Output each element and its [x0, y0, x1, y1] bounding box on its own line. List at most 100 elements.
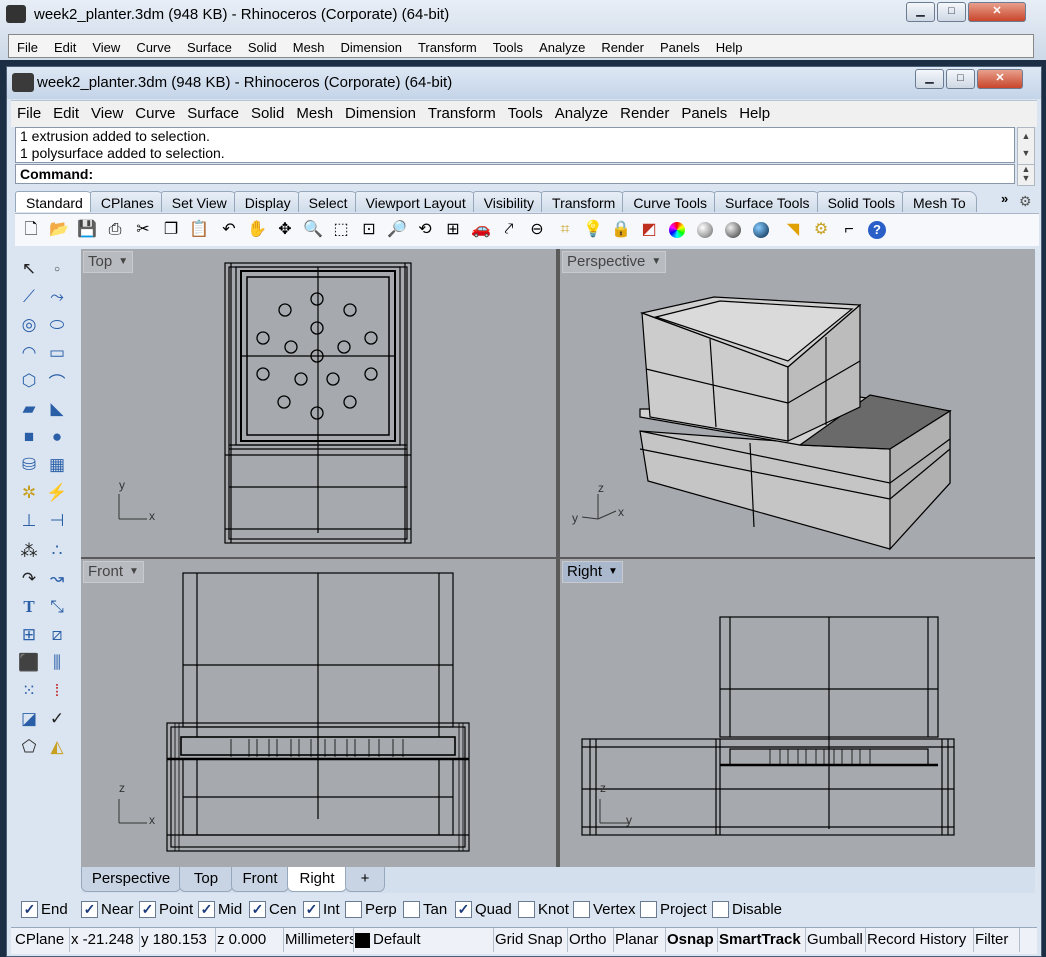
cut-icon[interactable]: ✂ [133, 220, 153, 240]
polyline-icon[interactable]: ⟋ [17, 285, 41, 309]
osnap-perp[interactable]: Perp [345, 901, 397, 918]
bg-menu-item[interactable]: Mesh [285, 35, 333, 57]
toolbar-tabs-more-button[interactable]: » [1001, 191, 1008, 206]
osnap-int[interactable]: ✓ Int [303, 901, 340, 918]
ungroup-icon[interactable]: ∴ [45, 539, 69, 563]
bg-menu-item[interactable]: File [9, 35, 46, 57]
menu-edit[interactable]: Edit [47, 101, 85, 127]
options-gear-icon[interactable]: ⚙ [811, 220, 831, 240]
zoom-selected-icon[interactable]: 🔎 [387, 220, 407, 240]
bg-menu-item[interactable]: Analyze [531, 35, 593, 57]
viewport-label-top[interactable]: Top ▼ [83, 251, 134, 273]
add-viewport-tab-button[interactable]: + [345, 867, 385, 892]
osnap-mid[interactable]: ✓ Mid [198, 901, 242, 918]
viewport-top[interactable]: Top ▼ y x [81, 249, 556, 557]
viewport-tab-front[interactable]: Front [231, 867, 289, 892]
viewport-front[interactable]: Front ▼ z x [81, 559, 556, 867]
tab-viewport-layout[interactable]: Viewport Layout [354, 191, 477, 212]
osnap-near[interactable]: ✓ Near [81, 901, 134, 918]
viewport-label-front[interactable]: Front ▼ [83, 561, 144, 583]
polygon-icon[interactable]: ⬡ [17, 369, 41, 393]
osnap-project[interactable]: Project [640, 901, 707, 918]
osnap-vertex[interactable]: Vertex [573, 901, 636, 918]
bg-menu-item[interactable]: View [84, 35, 128, 57]
bg-maximize-button[interactable]: □ [937, 2, 966, 22]
circle-icon[interactable]: ◎ [17, 313, 41, 337]
checkbox-unchecked[interactable] [518, 901, 535, 918]
block-icon[interactable]: ⁞ [45, 679, 69, 703]
bg-menu-item[interactable]: Solid [240, 35, 285, 57]
grid-toggle-icon[interactable]: ⌐ [839, 220, 859, 240]
transform-gear-icon[interactable]: ✲ [17, 481, 41, 505]
viewport-label-right[interactable]: Right ▼ [562, 561, 623, 583]
select-arrow-icon[interactable]: ↖ [17, 257, 41, 281]
menu-mesh[interactable]: Mesh [290, 101, 339, 127]
cylinder-icon[interactable]: ⛁ [17, 453, 41, 477]
tab-display[interactable]: Display [233, 191, 302, 212]
lock-icon[interactable]: 🔒 [611, 220, 631, 240]
color-wheel-icon[interactable] [667, 220, 687, 240]
status-layer[interactable]: Default [353, 928, 494, 952]
tab-standard[interactable]: Standard [15, 191, 94, 212]
tab-surface-tools[interactable]: Surface Tools [713, 191, 821, 212]
menu-view[interactable]: View [85, 101, 129, 127]
osnap-end[interactable]: ✓ End [21, 901, 68, 918]
light-icon[interactable]: ⚡ [45, 481, 69, 505]
osnap-knot[interactable]: Knot [518, 901, 569, 918]
bg-menu-item[interactable]: Edit [46, 35, 84, 57]
status-gumball-button[interactable]: Gumball [805, 928, 866, 952]
bg-menu-item[interactable]: Panels [652, 35, 708, 57]
light-bulb-icon[interactable]: 💡 [583, 220, 603, 240]
maximize-button[interactable]: □ [946, 69, 975, 89]
undo-icon[interactable]: ↶ [219, 220, 239, 240]
title-bar[interactable]: week2_planter.3dm (948 KB) - Rhinoceros … [7, 67, 1041, 99]
paste-icon[interactable]: 📋 [189, 220, 209, 240]
snap-grid-icon[interactable]: ⌗ [555, 220, 575, 240]
spotlight-icon[interactable]: ◥ [783, 220, 803, 240]
osnap-tan[interactable]: Tan [403, 901, 447, 918]
checkbox-checked[interactable]: ✓ [21, 901, 38, 918]
checkbox-unchecked[interactable] [345, 901, 362, 918]
status-planar-button[interactable]: Planar [613, 928, 666, 952]
bg-menu-item[interactable]: Transform [410, 35, 485, 57]
mesh-icon[interactable]: ▦ [45, 453, 69, 477]
osnap-quad[interactable]: ✓ Quad [455, 901, 512, 918]
rotate-view-icon[interactable]: ✥ [275, 220, 295, 240]
bg-menu-item[interactable]: Dimension [333, 35, 410, 57]
bg-menu-item[interactable]: Render [593, 35, 652, 57]
menu-render[interactable]: Render [614, 101, 675, 127]
checkbox-checked[interactable]: ✓ [198, 901, 215, 918]
menu-file[interactable]: File [11, 101, 47, 127]
menu-surface[interactable]: Surface [181, 101, 245, 127]
fillet-curve-icon[interactable]: ⌒ [45, 369, 69, 393]
status-cplane[interactable]: CPlane [13, 928, 70, 952]
grid-array-icon[interactable]: ⁙ [17, 679, 41, 703]
dimension-icon[interactable]: ⤡ [45, 595, 69, 619]
shape-icon[interactable]: ⬠ [17, 735, 41, 759]
status-record-history-button[interactable]: Record History [865, 928, 974, 952]
print-icon[interactable]: ⎙ [105, 220, 125, 240]
osnap-cen[interactable]: ✓ Cen [249, 901, 297, 918]
menu-curve[interactable]: Curve [129, 101, 181, 127]
paint-icon[interactable]: ◭ [45, 735, 69, 759]
checkbox-checked[interactable]: ✓ [455, 901, 472, 918]
tab-solid-tools[interactable]: Solid Tools [816, 191, 907, 212]
zoom-window-icon[interactable]: ⬚ [331, 220, 351, 240]
boolean-icon[interactable]: ● [45, 425, 69, 449]
analyze-icon[interactable]: ⫼ [45, 651, 69, 675]
status-smarttrack-button[interactable]: SmartTrack [717, 928, 806, 952]
rendered-sphere-icon[interactable] [751, 220, 771, 240]
menu-tools[interactable]: Tools [502, 101, 549, 127]
orient-icon[interactable]: ◪ [17, 707, 41, 731]
viewport-right[interactable]: Right ▼ z y [560, 559, 1035, 867]
menu-dimension[interactable]: Dimension [339, 101, 422, 127]
array-icon[interactable]: ⊞ [17, 623, 41, 647]
save-icon[interactable]: 💾 [77, 220, 97, 240]
undo-view-icon[interactable]: ⟲ [415, 220, 435, 240]
cplane-icon[interactable]: ⊖ [527, 220, 547, 240]
explode-icon[interactable]: ↝ [45, 567, 69, 591]
tab-cplanes[interactable]: CPlanes [89, 191, 165, 212]
pan-hand-icon[interactable]: ✋ [247, 220, 267, 240]
menu-help[interactable]: Help [733, 101, 776, 127]
four-viewports-icon[interactable]: ⊞ [443, 220, 463, 240]
